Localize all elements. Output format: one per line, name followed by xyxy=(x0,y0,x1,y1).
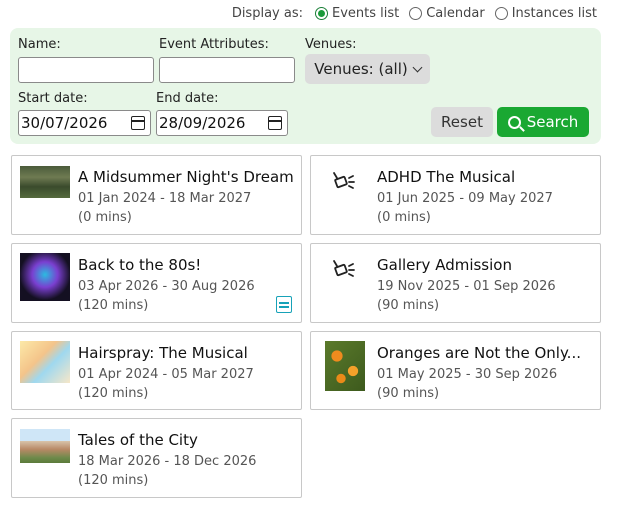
start-date-value: 30/07/2026 xyxy=(21,114,108,132)
radio-instances-list[interactable] xyxy=(494,7,508,20)
event-title[interactable]: Back to the 80s! xyxy=(78,256,201,274)
end-date-input[interactable]: 28/09/2026 xyxy=(156,110,288,136)
event-thumbnail-city xyxy=(20,429,70,463)
chevron-down-icon xyxy=(412,62,423,72)
event-dates: 19 Nov 2025 - 01 Sep 2026 xyxy=(377,279,556,294)
event-card-midsummer[interactable]: A Midsummer Night's Dream 01 Jan 2024 - … xyxy=(11,155,302,235)
event-title[interactable]: ADHD The Musical xyxy=(377,168,515,186)
gadget-icon xyxy=(331,170,355,192)
event-card-gallery-admission[interactable]: Gallery Admission 19 Nov 2025 - 01 Sep 2… xyxy=(310,243,601,323)
event-duration: (0 mins) xyxy=(78,210,132,225)
event-title[interactable]: Hairspray: The Musical xyxy=(78,344,248,362)
event-duration: (120 mins) xyxy=(78,386,149,401)
event-attributes-label: Event Attributes: xyxy=(159,37,269,52)
gadget-icon xyxy=(331,258,355,280)
event-dates: 18 Mar 2026 - 18 Dec 2026 xyxy=(78,454,257,469)
event-title[interactable]: A Midsummer Night's Dream xyxy=(78,168,294,186)
event-thumbnail-80s xyxy=(20,253,70,301)
start-date-label: Start date: xyxy=(18,91,88,106)
search-button[interactable]: Search xyxy=(497,107,589,137)
event-dates: 01 Apr 2024 - 05 Mar 2027 xyxy=(78,367,254,382)
search-icon xyxy=(507,115,521,129)
event-dates: 03 Apr 2026 - 30 Aug 2026 xyxy=(78,279,255,294)
event-title[interactable]: Gallery Admission xyxy=(377,256,512,274)
display-option-calendar[interactable]: Calendar xyxy=(409,6,485,21)
display-option-label: Instances list xyxy=(511,6,597,21)
event-dates: 01 Jun 2025 - 09 May 2027 xyxy=(377,191,553,206)
display-option-label: Calendar xyxy=(426,6,485,21)
event-card-adhd[interactable]: ADHD The Musical 01 Jun 2025 - 09 May 20… xyxy=(310,155,601,235)
event-duration: (0 mins) xyxy=(377,210,431,225)
end-date-value: 28/09/2026 xyxy=(159,114,246,132)
venues-label: Venues: xyxy=(305,37,357,52)
event-duration: (120 mins) xyxy=(78,473,149,488)
event-thumbnail-hairspray xyxy=(20,341,70,383)
event-dates: 01 May 2025 - 30 Sep 2026 xyxy=(377,367,558,382)
event-card-back-to-80s[interactable]: Back to the 80s! 03 Apr 2026 - 30 Aug 20… xyxy=(11,243,302,323)
event-title[interactable]: Oranges are Not the Only... xyxy=(377,344,581,362)
event-duration: (90 mins) xyxy=(377,298,440,313)
radio-events-list[interactable] xyxy=(314,7,328,20)
display-as-label: Display as: xyxy=(231,6,303,21)
event-thumbnail-oranges xyxy=(325,341,365,391)
start-date-input[interactable]: 30/07/2026 xyxy=(18,110,151,136)
filter-panel: Name: Event Attributes: Venues: Venues: … xyxy=(10,28,601,144)
end-date-label: End date: xyxy=(156,91,219,106)
event-card-oranges[interactable]: Oranges are Not the Only... 01 May 2025 … xyxy=(310,331,601,410)
event-card-tales-of-the-city[interactable]: Tales of the City 18 Mar 2026 - 18 Dec 2… xyxy=(11,418,302,498)
event-thumbnail-forest xyxy=(20,166,70,198)
event-duration: (120 mins) xyxy=(78,298,149,313)
search-button-label: Search xyxy=(526,113,579,131)
event-attributes-input[interactable] xyxy=(159,57,295,83)
document-icon[interactable] xyxy=(276,296,292,313)
display-option-label: Events list xyxy=(331,6,400,21)
display-mode-selector: Display as: Events list Calendar Instanc… xyxy=(232,6,597,21)
event-duration: (90 mins) xyxy=(377,386,440,401)
event-card-hairspray[interactable]: Hairspray: The Musical 01 Apr 2024 - 05 … xyxy=(11,331,302,410)
name-label: Name: xyxy=(18,37,61,52)
venues-dropdown[interactable]: Venues: (all) xyxy=(305,54,430,84)
name-input[interactable] xyxy=(18,57,154,83)
display-option-instances-list[interactable]: Instances list xyxy=(494,6,597,21)
event-title[interactable]: Tales of the City xyxy=(78,431,198,449)
reset-button[interactable]: Reset xyxy=(431,107,493,137)
calendar-icon[interactable] xyxy=(131,116,145,130)
event-dates: 01 Jan 2024 - 18 Mar 2027 xyxy=(78,191,252,206)
display-option-events-list[interactable]: Events list xyxy=(314,6,400,21)
radio-calendar[interactable] xyxy=(409,7,423,20)
calendar-icon[interactable] xyxy=(268,116,282,130)
venues-dropdown-value: Venues: (all) xyxy=(314,60,408,78)
